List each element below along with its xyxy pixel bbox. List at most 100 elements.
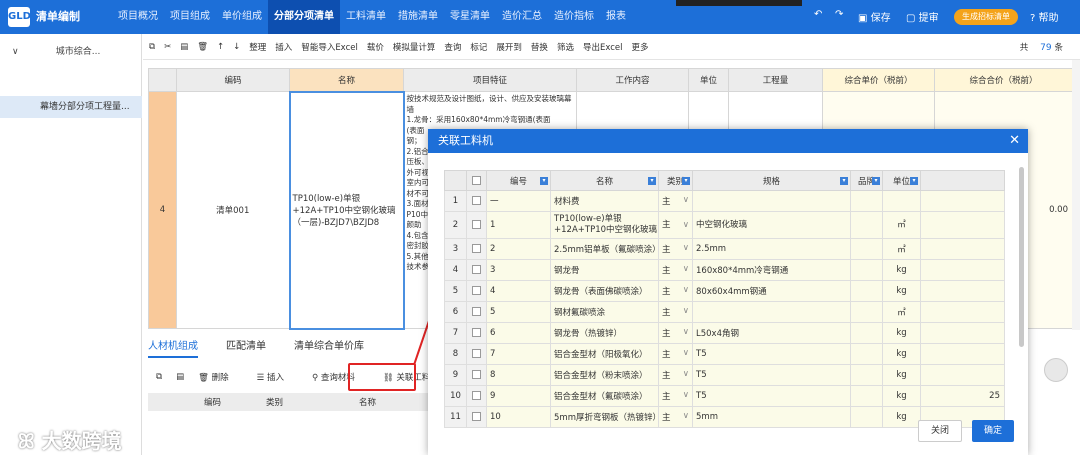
row-number[interactable]: 6 (444, 301, 467, 323)
row-extra[interactable] (920, 343, 1005, 365)
row-name[interactable]: TP10(low-e)单银+12A+TP10中空钢化玻璃 (550, 211, 659, 239)
row-extra[interactable] (920, 301, 1005, 323)
row-number[interactable]: 2 (444, 211, 467, 239)
row-category[interactable]: 主 ∨ (658, 190, 693, 212)
table-row[interactable]: 2 1 TP10(low-e)单银+12A+TP10中空钢化玻璃主 ∨ 中空钢化玻璃 ㎡ (444, 211, 1005, 239)
row-checkbox-box[interactable] (472, 391, 481, 400)
dlg-header-spec[interactable]: 规格 ▾ (692, 170, 851, 191)
row-checkbox-box[interactable] (472, 196, 481, 205)
assistant-robot-icon[interactable] (1044, 358, 1068, 382)
chevron-down-icon[interactable]: ∨ (683, 264, 689, 274)
row-brand[interactable] (850, 190, 883, 212)
row-extra[interactable] (920, 190, 1005, 212)
row-checkbox[interactable] (466, 238, 487, 260)
chevron-down-icon[interactable]: ∨ (683, 306, 689, 316)
row-unit[interactable]: ㎡ (882, 301, 921, 323)
row-name[interactable]: 铝合金型材（阳极氧化） (550, 343, 659, 365)
table-row[interactable]: 9 8 铝合金型材（粉末喷涂）主 ∨ T5 kg (444, 364, 1005, 386)
table-row[interactable]: 3 2 2.5mm铝单板（氟碳喷涂）主 ∨ 2.5mm ㎡ (444, 238, 1005, 260)
confirm-button[interactable]: 确定 (972, 420, 1014, 442)
filter-icon[interactable]: ▾ (872, 177, 880, 185)
dialog-scrollbar[interactable] (1019, 167, 1024, 347)
row-number[interactable]: 1 (444, 190, 467, 212)
row-code[interactable]: 2 (486, 238, 551, 260)
row-category[interactable]: 主 ∨ (658, 211, 693, 239)
row-name[interactable]: 材料费 (550, 190, 659, 212)
row-category[interactable]: 主 ∨ (658, 280, 693, 302)
table-row[interactable]: 6 5 钢材氟碳喷涂主 ∨ ㎡ (444, 301, 1005, 323)
row-checkbox[interactable] (466, 259, 487, 281)
row-category[interactable]: 主 ∨ (658, 301, 693, 323)
row-checkbox-box[interactable] (472, 349, 481, 358)
row-category[interactable]: 主 ∨ (658, 364, 693, 386)
row-checkbox-box[interactable] (472, 328, 481, 337)
row-spec[interactable]: L50x4角钢 (692, 322, 851, 344)
row-code[interactable]: 1 (486, 211, 551, 239)
chevron-down-icon[interactable]: ∨ (683, 285, 689, 295)
row-category[interactable]: 主 ∨ (658, 343, 693, 365)
row-brand[interactable] (850, 238, 883, 260)
row-brand[interactable] (850, 259, 883, 281)
chevron-down-icon[interactable]: ∨ (683, 369, 689, 379)
row-checkbox[interactable] (466, 301, 487, 323)
row-unit[interactable]: kg (882, 364, 921, 386)
row-checkbox-box[interactable] (472, 307, 481, 316)
row-code[interactable]: 4 (486, 280, 551, 302)
row-brand[interactable] (850, 364, 883, 386)
row-unit[interactable]: kg (882, 343, 921, 365)
row-code[interactable]: 9 (486, 385, 551, 407)
row-name[interactable]: 钢龙骨（表面佛碳喷涂） (550, 280, 659, 302)
row-unit[interactable]: kg (882, 259, 921, 281)
row-brand[interactable] (850, 385, 883, 407)
table-row[interactable]: 1 一材料费主 ∨ (444, 190, 1005, 212)
filter-icon[interactable]: ▾ (648, 177, 656, 185)
select-all-checkbox[interactable] (472, 175, 481, 185)
row-unit[interactable] (882, 190, 921, 212)
row-unit[interactable]: kg (882, 406, 921, 428)
dlg-header-category[interactable]: 类别 ▾ (658, 170, 693, 191)
row-unit[interactable]: ㎡ (882, 238, 921, 260)
row-checkbox-box[interactable] (472, 244, 481, 253)
table-row[interactable]: 7 6 钢龙骨（热镀锌）主 ∨ L50x4角钢 kg (444, 322, 1005, 344)
row-checkbox[interactable] (466, 211, 487, 239)
chevron-down-icon[interactable]: ∨ (683, 348, 689, 358)
chevron-down-icon[interactable]: ∨ (683, 411, 689, 421)
row-name[interactable]: 2.5mm铝单板（氟碳喷涂） (550, 238, 659, 260)
row-spec[interactable]: T5 (692, 364, 851, 386)
row-unit[interactable]: ㎡ (882, 211, 921, 239)
row-number[interactable]: 11 (444, 406, 467, 428)
row-number[interactable]: 5 (444, 280, 467, 302)
chevron-down-icon[interactable]: ∨ (683, 220, 689, 231)
row-checkbox[interactable] (466, 322, 487, 344)
row-code[interactable]: 3 (486, 259, 551, 281)
row-checkbox[interactable] (466, 385, 487, 407)
filter-icon[interactable]: ▾ (540, 177, 548, 185)
row-number[interactable]: 9 (444, 364, 467, 386)
row-spec[interactable]: 中空钢化玻璃 (692, 211, 851, 239)
row-code[interactable]: 5 (486, 301, 551, 323)
row-extra[interactable] (920, 211, 1005, 239)
table-row[interactable]: 8 7 铝合金型材（阳极氧化）主 ∨ T5 kg (444, 343, 1005, 365)
row-brand[interactable] (850, 322, 883, 344)
row-number[interactable]: 7 (444, 322, 467, 344)
row-brand[interactable] (850, 406, 883, 428)
filter-icon[interactable]: ▾ (840, 177, 848, 185)
row-checkbox-box[interactable] (472, 286, 481, 295)
row-category[interactable]: 主 ∨ (658, 322, 693, 344)
row-code[interactable]: 10 (486, 406, 551, 428)
row-extra[interactable] (920, 238, 1005, 260)
row-checkbox-box[interactable] (472, 219, 481, 229)
row-category[interactable]: 主 ∨ (658, 238, 693, 260)
row-unit[interactable]: kg (882, 322, 921, 344)
row-spec[interactable]: 2.5mm (692, 238, 851, 260)
filter-icon[interactable]: ▾ (682, 177, 690, 185)
table-row[interactable]: 4 3 钢龙骨主 ∨ 160x80*4mm冷弯钢通 kg (444, 259, 1005, 281)
row-checkbox[interactable] (466, 190, 487, 212)
row-brand[interactable] (850, 301, 883, 323)
row-code[interactable]: 6 (486, 322, 551, 344)
row-number[interactable]: 8 (444, 343, 467, 365)
row-brand[interactable] (850, 280, 883, 302)
row-name[interactable]: 钢龙骨 (550, 259, 659, 281)
row-name[interactable]: 铝合金型材（粉末喷涂） (550, 364, 659, 386)
row-name[interactable]: 钢龙骨（热镀锌） (550, 322, 659, 344)
